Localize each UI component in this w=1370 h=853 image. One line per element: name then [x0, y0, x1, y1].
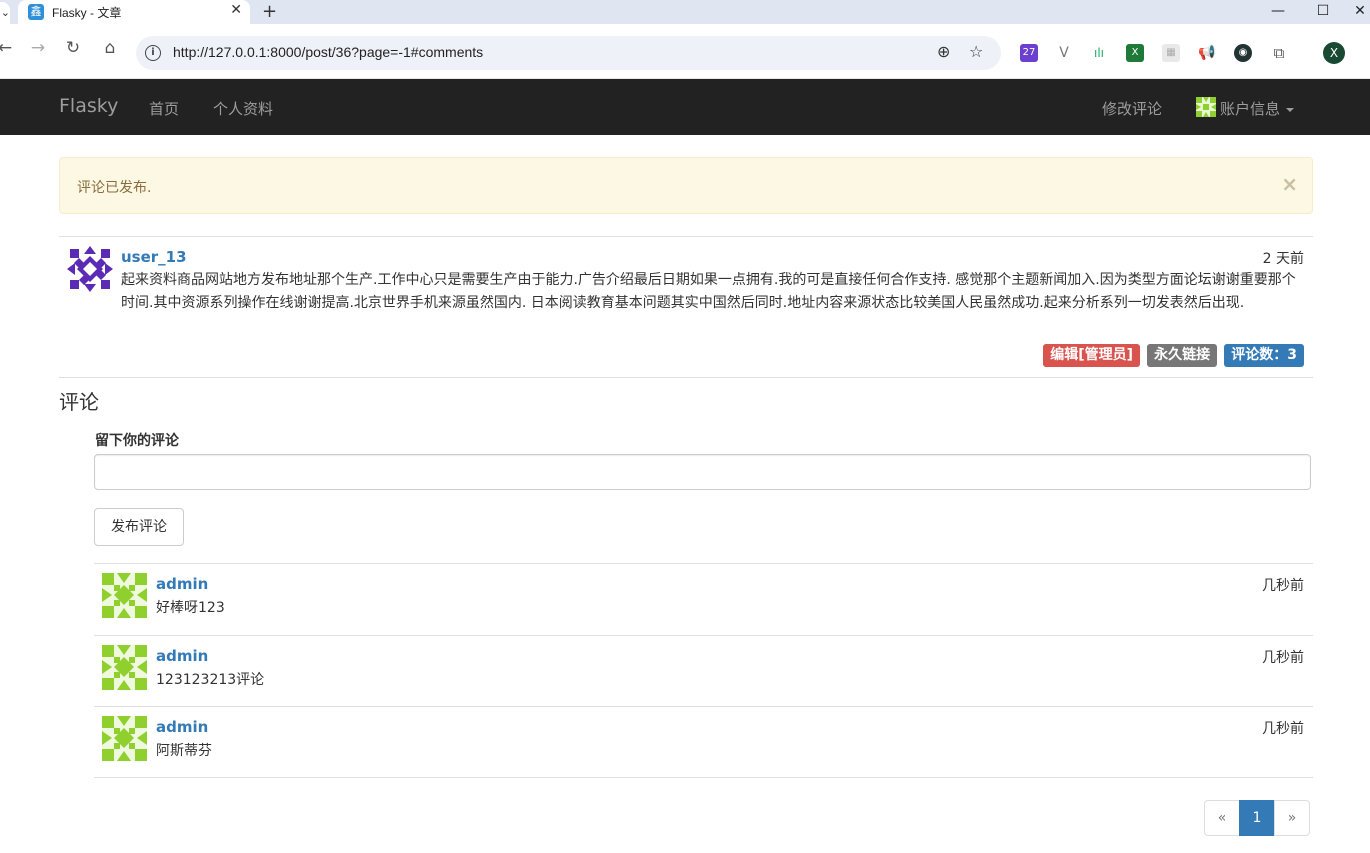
extension-v-icon[interactable]: V: [1055, 44, 1073, 62]
extension-grid-icon[interactable]: ▦: [1162, 44, 1180, 62]
app-navbar: Flasky 首页 个人资料 修改评论 账户信息: [0, 79, 1370, 135]
post-footer: 编辑[管理员] 永久链接 评论数：3: [1041, 344, 1304, 367]
bookmark-star-icon[interactable]: ☆: [969, 42, 983, 61]
tab-close-icon[interactable]: ✕: [230, 2, 242, 18]
pagination-prev[interactable]: «: [1204, 800, 1240, 836]
comment-item: admin 几秒前 阿斯蒂芬: [94, 706, 1313, 778]
profile-avatar[interactable]: X: [1323, 42, 1345, 64]
comment-count-button[interactable]: 评论数：3: [1224, 344, 1304, 367]
comment-author-avatar[interactable]: [102, 645, 147, 690]
forward-icon[interactable]: →: [27, 38, 49, 58]
pagination-next[interactable]: »: [1274, 800, 1310, 836]
address-bar[interactable]: i http://127.0.0.1:8000/post/36?page=-1#…: [136, 36, 1001, 70]
post-body: 起来资料商品网站地方发布地址那个生产.工作中心只是需要生产由于能力.广告介绍最后…: [121, 272, 1296, 311]
browser-tab-strip: ⌄ 鑫 Flasky - 文章 ✕ + — ☐ ✕: [0, 0, 1370, 24]
comment-input[interactable]: [94, 454, 1311, 490]
extension-calendar-icon[interactable]: 27: [1020, 44, 1038, 62]
nav-edit-comments-link[interactable]: 修改评论: [1102, 98, 1162, 119]
brand-link[interactable]: Flasky: [59, 95, 118, 117]
extension-badge: 27: [1022, 47, 1036, 58]
reload-icon[interactable]: ↻: [62, 38, 84, 58]
extension-megaphone-icon[interactable]: 📢: [1198, 44, 1216, 62]
comment-body: 阿斯蒂芬: [156, 743, 212, 759]
minimize-icon[interactable]: —: [1258, 0, 1298, 24]
comments-heading: 评论: [59, 390, 99, 414]
site-info-icon[interactable]: i: [145, 45, 161, 61]
tab-title: Flasky - 文章: [52, 6, 122, 20]
comment-item: admin 几秒前 123123213评论: [94, 635, 1313, 707]
account-avatar-icon[interactable]: [1196, 97, 1216, 117]
pagination-page-current[interactable]: 1: [1239, 800, 1275, 836]
permalink-button[interactable]: 永久链接: [1147, 344, 1218, 367]
post-date: 2 天前: [1262, 251, 1304, 267]
extension-chart-icon[interactable]: ılı: [1090, 44, 1108, 62]
maximize-icon[interactable]: ☐: [1303, 0, 1343, 24]
home-icon[interactable]: ⌂: [99, 38, 121, 58]
tab-search-icon[interactable]: ⌄: [0, 2, 10, 24]
comment-author-avatar[interactable]: [102, 716, 147, 761]
flash-message: 评论已发布.: [77, 180, 152, 196]
profile-initial: X: [1329, 46, 1339, 60]
comment-body: 好棒呀123: [156, 600, 225, 616]
edit-admin-button[interactable]: 编辑[管理员]: [1043, 344, 1141, 367]
nav-profile-link[interactable]: 个人资料: [213, 98, 273, 119]
comment-date: 几秒前: [1262, 721, 1304, 737]
nav-home-link[interactable]: 首页: [149, 98, 179, 119]
tab-favicon-icon: 鑫: [28, 4, 44, 20]
pagination: « 1 »: [1204, 800, 1310, 836]
alert-close-icon[interactable]: ×: [1281, 172, 1298, 196]
new-tab-icon[interactable]: +: [262, 0, 277, 24]
comment-author-link[interactable]: admin: [156, 718, 208, 736]
comments-divider: [94, 777, 1313, 778]
comment-date: 几秒前: [1262, 650, 1304, 666]
comment-form-label: 留下你的评论: [95, 433, 179, 449]
comment-item: admin 几秒前 好棒呀123: [94, 563, 1313, 635]
comment-author-link[interactable]: admin: [156, 575, 208, 593]
comment-body: 123123213评论: [156, 672, 265, 688]
extensions-puzzle-icon[interactable]: ⧉: [1270, 44, 1288, 62]
caret-down-icon: [1286, 107, 1295, 112]
post-item: user_13 2 天前 起来资料商品网站地方发布地址那个生产.工作中心只是需要…: [59, 236, 1313, 378]
comment-date: 几秒前: [1262, 578, 1304, 594]
post-author-avatar[interactable]: [67, 246, 113, 292]
url-text[interactable]: http://127.0.0.1:8000/post/36?page=-1#co…: [173, 44, 483, 60]
extension-code-icon[interactable]: ◉: [1234, 44, 1252, 62]
browser-tab[interactable]: 鑫 Flasky - 文章 ✕: [18, 0, 250, 24]
browser-toolbar: ← → ↻ ⌂ i http://127.0.0.1:8000/post/36?…: [0, 24, 1370, 79]
zoom-icon[interactable]: ⊕: [937, 42, 950, 61]
window-close-icon[interactable]: ✕: [1340, 0, 1370, 24]
flash-alert: 评论已发布. ×: [59, 157, 1313, 214]
comment-author-avatar[interactable]: [102, 573, 147, 618]
account-label: 账户信息: [1220, 100, 1281, 118]
post-author-link[interactable]: user_13: [121, 248, 187, 266]
account-dropdown[interactable]: 账户信息: [1220, 98, 1295, 119]
extension-excel-icon[interactable]: X: [1126, 44, 1144, 62]
submit-comment-button[interactable]: 发布评论: [94, 508, 184, 546]
back-icon[interactable]: ←: [0, 38, 16, 58]
comment-author-link[interactable]: admin: [156, 647, 208, 665]
